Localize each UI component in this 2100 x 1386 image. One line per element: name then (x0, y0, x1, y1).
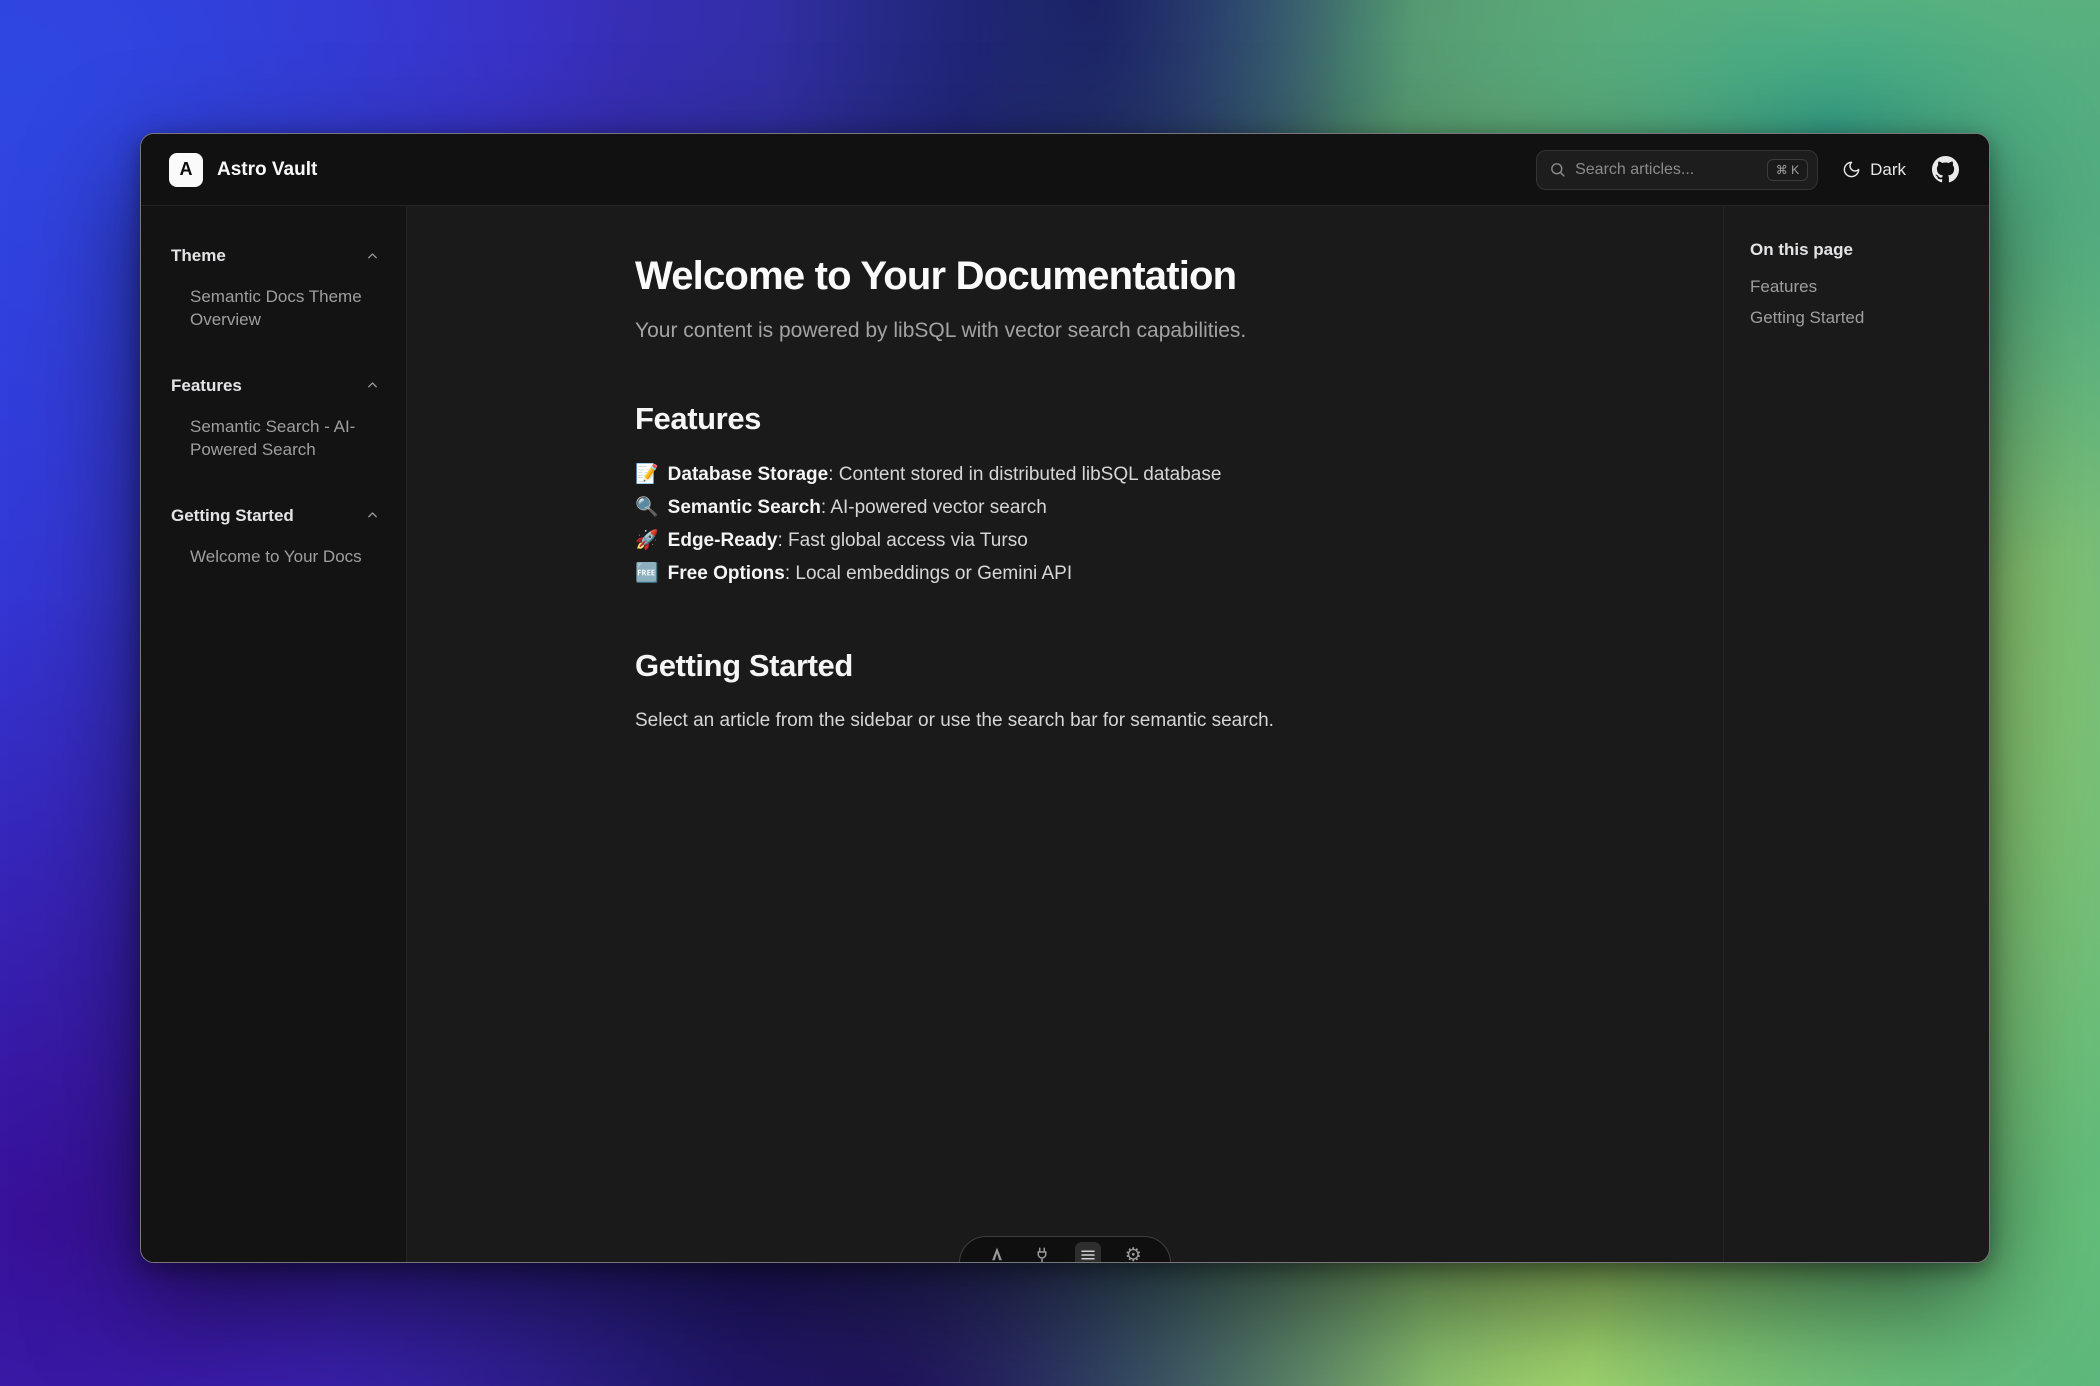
features-heading: Features (635, 401, 1495, 437)
astro-icon[interactable] (984, 1242, 1010, 1263)
rocket-emoji-icon: 🚀 (635, 530, 659, 551)
feature-item: 🆓 Free Options: Local embeddings or Gemin… (635, 562, 1495, 586)
sidebar-section-theme: Theme Semantic Docs Theme Overview (171, 246, 380, 332)
feature-desc: : Content stored in distributed libSQL d… (828, 464, 1221, 485)
feature-item: 🚀 Edge-Ready: Fast global access via Turs… (635, 529, 1495, 553)
doc-article: Welcome to Your Documentation Your conte… (635, 206, 1495, 732)
main-content: Welcome to Your Documentation Your conte… (407, 206, 1723, 1262)
memo-emoji-icon: 📝 (635, 464, 659, 485)
feature-desc: : Local embeddings or Gemini API (785, 563, 1072, 584)
theme-toggle-label: Dark (1870, 160, 1906, 180)
gear-icon[interactable]: ⚙ (1120, 1242, 1146, 1263)
app-logo-letter: A (180, 159, 193, 180)
features-list: 📝 Database Storage: Content stored in dis… (635, 463, 1495, 586)
sidebar-section-features: Features Semantic Search - AI-Powered Se… (171, 376, 380, 462)
feature-item: 🔍 Semantic Search: AI-powered vector sear… (635, 496, 1495, 520)
theme-toggle-button[interactable]: Dark (1842, 160, 1906, 180)
chevron-up-icon (365, 508, 380, 523)
sidebar-item-semantic-docs-theme-overview[interactable]: Semantic Docs Theme Overview (171, 286, 380, 332)
free-emoji-icon: 🆓 (635, 563, 659, 584)
app-logo[interactable]: A (169, 153, 203, 187)
feature-term: Free Options (668, 563, 785, 584)
feature-term: Edge-Ready (668, 530, 778, 551)
docs-app-window: A Astro Vault ⌘ K Dark (140, 133, 1990, 1263)
sidebar-section-theme-header[interactable]: Theme (171, 246, 380, 266)
sidebar-section-label: Getting Started (171, 506, 294, 526)
toc-title: On this page (1750, 240, 1969, 260)
page-title: Welcome to Your Documentation (635, 254, 1495, 299)
sidebar-section-features-header[interactable]: Features (171, 376, 380, 396)
on-this-page-panel: On this page Features Getting Started (1723, 206, 1989, 1262)
sidebar-item-welcome-to-your-docs[interactable]: Welcome to Your Docs (171, 546, 380, 569)
feature-desc: : Fast global access via Turso (777, 530, 1027, 551)
search-icon (1549, 161, 1566, 178)
search-shortcut-badge: ⌘ K (1767, 159, 1808, 181)
feature-item: 📝 Database Storage: Content stored in dis… (635, 463, 1495, 487)
github-icon (1932, 156, 1959, 183)
app-header: A Astro Vault ⌘ K Dark (141, 134, 1989, 206)
desktop-wallpaper: A Astro Vault ⌘ K Dark (0, 0, 2100, 1386)
getting-started-heading: Getting Started (635, 648, 1495, 684)
magnifier-emoji-icon: 🔍 (635, 497, 659, 518)
toc-link-features[interactable]: Features (1750, 277, 1969, 297)
feature-desc: : AI-powered vector search (821, 497, 1047, 518)
plug-icon[interactable] (1029, 1242, 1055, 1263)
app-title: Astro Vault (217, 159, 317, 181)
chevron-up-icon (365, 249, 380, 264)
search-bar[interactable]: ⌘ K (1536, 150, 1818, 190)
moon-icon (1842, 160, 1861, 179)
getting-started-text: Select an article from the sidebar or us… (635, 710, 1495, 732)
feature-term: Semantic Search (668, 497, 821, 518)
sidebar-section-label: Theme (171, 246, 226, 266)
sidebar-section-label: Features (171, 376, 242, 396)
search-input[interactable] (1575, 161, 1767, 179)
dev-toolbar: ⚙ (959, 1236, 1171, 1263)
github-link[interactable] (1932, 156, 1959, 183)
sidebar-nav: Theme Semantic Docs Theme Overview Featu… (141, 206, 407, 1262)
sidebar-item-semantic-search[interactable]: Semantic Search - AI-Powered Search (171, 416, 380, 462)
toc-link-getting-started[interactable]: Getting Started (1750, 308, 1969, 328)
sidebar-section-getting-started-header[interactable]: Getting Started (171, 506, 380, 526)
chevron-up-icon (365, 378, 380, 393)
sidebar-section-getting-started: Getting Started Welcome to Your Docs (171, 506, 380, 569)
feature-term: Database Storage (668, 464, 829, 485)
menu-icon[interactable] (1075, 1242, 1101, 1263)
page-subtitle: Your content is powered by libSQL with v… (635, 319, 1495, 343)
window-body: Theme Semantic Docs Theme Overview Featu… (141, 206, 1989, 1262)
